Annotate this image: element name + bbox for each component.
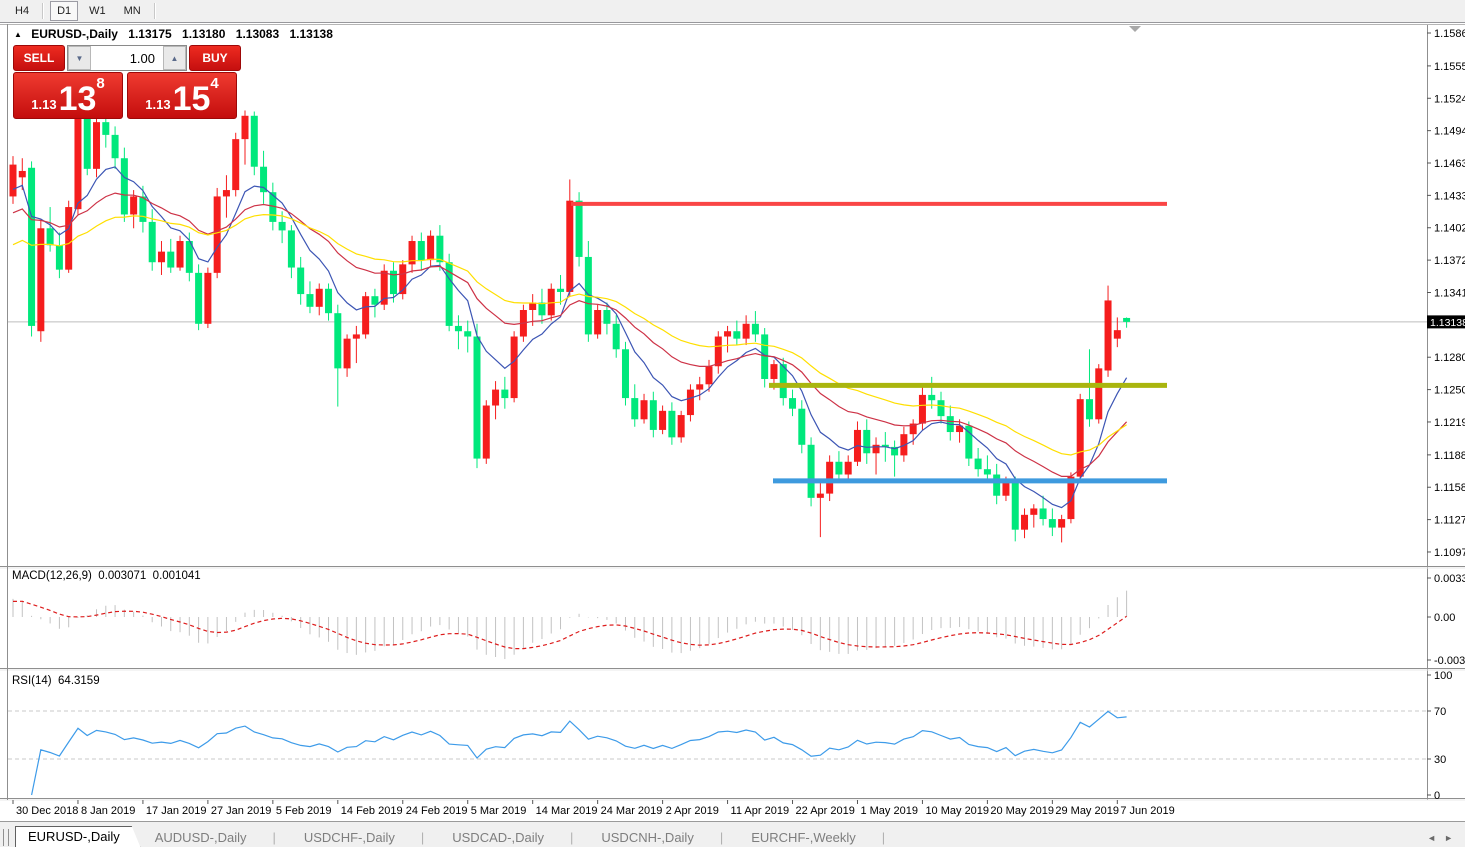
date-axis-tick: 29 May 2019	[1055, 805, 1119, 817]
toolbar-separator	[42, 3, 44, 19]
price-axis-tick: 1.11580	[1434, 482, 1465, 494]
date-axis-tick: 10 May 2019	[925, 805, 989, 817]
tab-usdcnh-daily[interactable]: USDCNH-,Daily	[587, 828, 737, 847]
date-axis-tick: 1 May 2019	[860, 805, 917, 817]
timeframe-toolbar: H4 D1 W1 MN	[0, 0, 1465, 23]
price-axis-tick: 1.14635	[1434, 158, 1465, 170]
date-axis-tick: 30 Dec 2018	[16, 805, 78, 817]
timeframe-button-d1[interactable]: D1	[50, 1, 78, 21]
ohlc-close: 1.13138	[290, 27, 333, 41]
macd-main-value: 0.003071	[98, 570, 146, 582]
collapse-panel-icon[interactable]: ▲	[14, 30, 22, 39]
macd-axis-tick: 0.00	[1434, 612, 1455, 624]
buy-price-sup: 4	[210, 75, 218, 92]
tab-eurchf-weekly[interactable]: EURCHF-,Weekly	[737, 828, 899, 847]
date-axis-tick: 5 Mar 2019	[471, 805, 527, 817]
svg-text:1.13138: 1.13138	[1430, 317, 1465, 329]
timeframe-button-w1[interactable]: W1	[82, 1, 113, 21]
rsi-axis-tick: 30	[1434, 754, 1446, 766]
ohlc-low: 1.13083	[236, 27, 279, 41]
terminal-window: 1.15860 1.15550 1.15245 1.14940 1.14635 1.143…	[0, 0, 1465, 847]
tab-eurusd-daily[interactable]: EURUSD-,Daily	[15, 826, 141, 847]
date-axis-tick: 20 May 2019	[990, 805, 1054, 817]
rsi-axis-tick: 0	[1434, 790, 1440, 802]
price-axis-tick: 1.14330	[1434, 190, 1465, 202]
price-axis-tick: 1.15550	[1434, 61, 1465, 73]
tab-scroll-right-icon[interactable]: ►	[1440, 833, 1457, 843]
timeframe-button-mn[interactable]: MN	[117, 1, 148, 21]
date-axis-tick: 14 Mar 2019	[536, 805, 598, 817]
rsi-axis-tick: 100	[1434, 670, 1452, 682]
macd-axis-tick: -0.003664	[1434, 655, 1465, 667]
rsi-value: 64.3159	[58, 675, 100, 687]
tab-scroll-left-icon[interactable]: ◄	[1423, 833, 1440, 843]
date-axis-tick: 7 Jun 2019	[1120, 805, 1174, 817]
date-axis-tick: 5 Feb 2019	[276, 805, 332, 817]
toolbar-separator	[154, 3, 156, 19]
chart-symbol-label: EURUSD-,Daily	[31, 27, 118, 41]
macd-name: MACD(12,26,9)	[12, 570, 92, 582]
price-axis-tick: 1.12500	[1434, 385, 1465, 397]
chart-ohlc-title: ▲ EURUSD-,Daily 1.13175 1.13180 1.13083 …	[14, 27, 333, 41]
volume-increase-icon[interactable]: ▲	[163, 46, 186, 70]
sell-price-big: 13	[59, 83, 97, 115]
date-axis-tick: 8 Jan 2019	[81, 805, 135, 817]
price-axis-tick: 1.14025	[1434, 223, 1465, 235]
sell-button[interactable]: SELL	[13, 45, 65, 71]
date-axis-tick: 27 Jan 2019	[211, 805, 272, 817]
buy-price-prefix: 1.13	[145, 97, 170, 112]
chart-canvas[interactable]: 1.15860 1.15550 1.15245 1.14940 1.14635 1.143…	[0, 0, 1465, 847]
rsi-name: RSI(14)	[12, 675, 52, 687]
date-axis-tick: 22 Apr 2019	[796, 805, 855, 817]
price-axis-tick: 1.12805	[1434, 352, 1465, 364]
date-axis-tick: 2 Apr 2019	[666, 805, 719, 817]
tab-usdcad-daily[interactable]: USDCAD-,Daily	[438, 828, 587, 847]
price-axis-tick: 1.14940	[1434, 126, 1465, 138]
timeframe-button-h4[interactable]: H4	[8, 1, 36, 21]
tab-usdchf-daily[interactable]: USDCHF-,Daily	[290, 828, 438, 847]
price-axis-tick: 1.13720	[1434, 255, 1465, 267]
price-axis-tick: 1.11275	[1434, 515, 1465, 527]
date-axis-tick: 11 Apr 2019	[731, 805, 790, 817]
one-click-trade-panel: SELL ▼ ▲ BUY 1.13 13 8 1.13 15 4	[13, 45, 241, 119]
price-axis-tick: 1.11885	[1434, 450, 1465, 462]
rsi-axis-tick: 70	[1434, 706, 1446, 718]
date-axis-tick: 14 Feb 2019	[341, 805, 403, 817]
price-axis-tick: 1.13415	[1434, 287, 1465, 299]
sell-quote-button[interactable]: 1.13 13 8	[13, 72, 123, 119]
ohlc-high: 1.13180	[182, 27, 225, 41]
buy-quote-button[interactable]: 1.13 15 4	[127, 72, 237, 119]
macd-label: MACD(12,26,9) 0.003071 0.001041	[12, 570, 201, 582]
macd-signal-value: 0.001041	[153, 570, 201, 582]
sell-price-sup: 8	[96, 75, 104, 92]
tab-audusd-daily[interactable]: AUDUSD-,Daily	[141, 828, 290, 847]
ohlc-open: 1.13175	[128, 27, 171, 41]
macd-axis-tick: 0.003392	[1434, 573, 1465, 585]
date-axis-tick: 17 Jan 2019	[146, 805, 207, 817]
price-axis-tick: 1.12195	[1434, 417, 1465, 429]
sell-price-prefix: 1.13	[31, 97, 56, 112]
volume-stepper: ▼ ▲	[67, 45, 187, 71]
price-axis-tick: 1.15245	[1434, 93, 1465, 105]
buy-price-big: 15	[173, 83, 211, 115]
date-axis-tick: 24 Mar 2019	[601, 805, 663, 817]
rsi-label: RSI(14) 64.3159	[12, 675, 100, 687]
price-axis-tick: 1.15860	[1434, 28, 1465, 40]
price-axis-tick: 1.10970	[1434, 547, 1465, 559]
tabbar-grip[interactable]	[3, 829, 9, 846]
volume-input[interactable]	[91, 46, 163, 70]
date-axis-tick: 24 Feb 2019	[406, 805, 468, 817]
volume-decrease-icon[interactable]: ▼	[68, 46, 91, 70]
symbol-tabbar: EURUSD-,Daily AUDUSD-,Daily USDCHF-,Dail…	[0, 821, 1465, 847]
buy-button[interactable]: BUY	[189, 45, 241, 71]
